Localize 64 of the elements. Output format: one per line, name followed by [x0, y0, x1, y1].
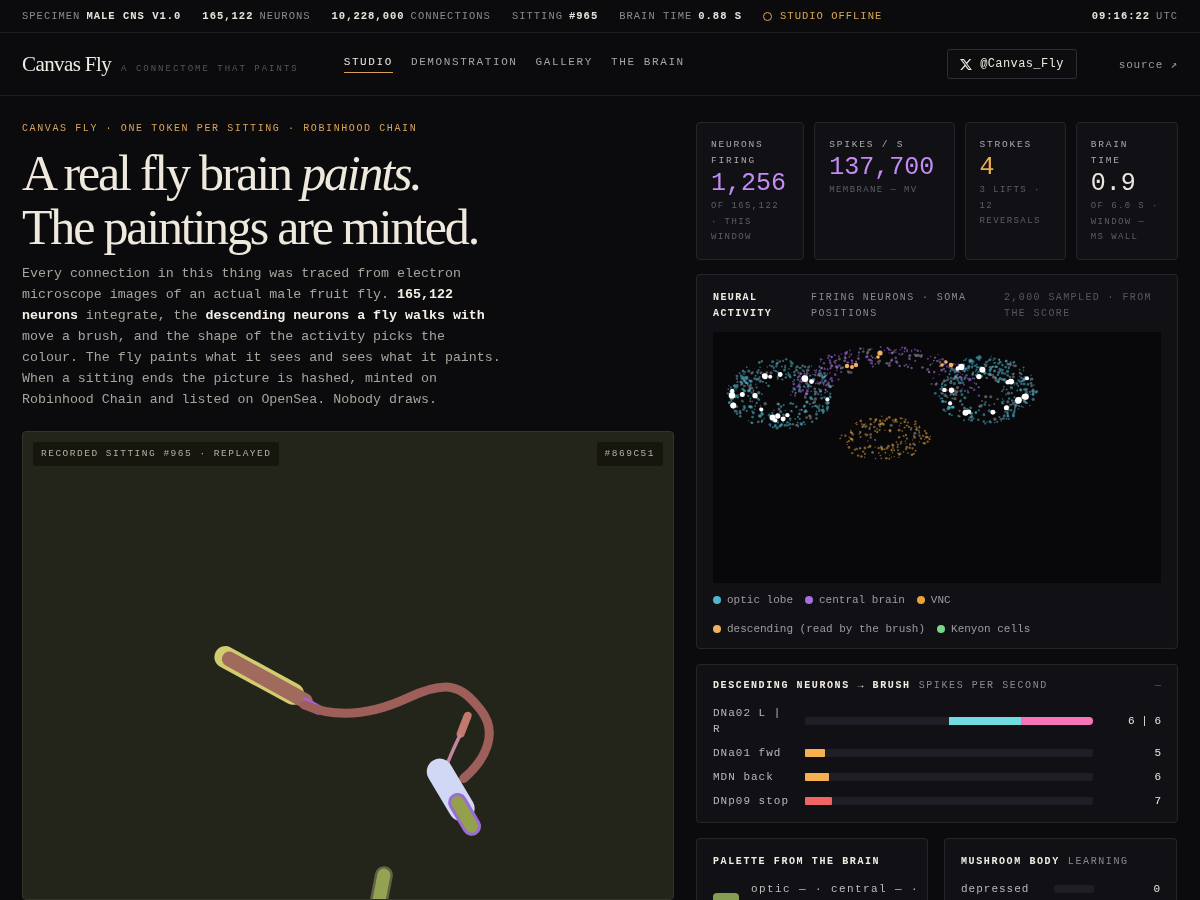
learning-label: depressed: [961, 881, 1031, 897]
nav-tab[interactable]: THE BRAIN: [611, 51, 685, 73]
panel-subtitle: SPIKES PER SECOND: [918, 678, 1048, 693]
neuron-label: MDN back: [713, 769, 775, 785]
legend-label: Kenyon cells: [951, 621, 1031, 637]
stat-value: 4: [979, 153, 995, 183]
stat-note: MEMBRANE — MV: [829, 184, 919, 197]
stat-label: STROKES: [979, 138, 1034, 152]
stat-value: 137,700: [829, 153, 935, 183]
panel-subtitle: FIRING NEURONS · SOMA POSITIONS: [811, 290, 968, 321]
headline: A real fly brain paints. The paintings are minted.: [22, 146, 478, 254]
swatch-caption: optic — · central — ·: [751, 881, 920, 897]
clock-time: 09:16:22: [1091, 10, 1151, 22]
status-label: SPECIMEN: [22, 10, 81, 22]
neuron-label: DNa01 fwd: [713, 745, 783, 761]
stat-note: 3 LIFTS · 12 REVERSALS: [979, 184, 1042, 228]
panel-title: NEURAL ACTIVITY: [713, 290, 774, 321]
rate-value: 5: [1154, 745, 1161, 761]
legend-label: optic lobe: [727, 592, 793, 608]
nav-tab[interactable]: GALLERY: [535, 51, 593, 73]
status-label: NEURONS: [259, 10, 311, 22]
brush-stroke: [368, 866, 393, 899]
site-logo[interactable]: Canvas Fly: [22, 51, 112, 77]
stat-label: NEURONS FIRING: [711, 138, 765, 168]
status-value: #965: [569, 10, 599, 22]
timezone-label: UTC: [1156, 10, 1178, 22]
stat-value: 0.9: [1090, 169, 1136, 199]
rate-value: 7: [1154, 793, 1161, 809]
stat-value: 1,256: [711, 169, 786, 199]
legend-label: VNC: [930, 592, 951, 608]
status-value: 0.88 S: [698, 10, 743, 22]
status-value: MALE CNS V1.0: [86, 10, 182, 22]
legend-label: descending (read by the brush): [727, 621, 926, 637]
neuron-label: DNp09 stop: [713, 793, 790, 809]
panel-title: MUSHROOM BODY: [961, 854, 1060, 869]
rate-value: 6 | 6: [1128, 713, 1161, 729]
social-button[interactable]: @Canvas_Fly: [947, 49, 1077, 79]
stat-label: SPIKES / S: [829, 138, 906, 152]
sitting-caption: RECORDED SITTING #965 · REPLAYED: [33, 442, 280, 466]
panel-subtitle: LEARNING: [1067, 854, 1129, 869]
rate-value: 6: [1154, 769, 1161, 785]
stat-note: OF 6.0 S · WINDOW — MS WALL: [1090, 200, 1160, 244]
neuron-label: DNa02 L | R: [713, 705, 783, 737]
status-value: 165,122: [202, 10, 254, 22]
studio-status: STUDIO OFFLINE: [780, 10, 883, 22]
status-label: BRAIN TIME: [619, 10, 693, 22]
nav-tab[interactable]: DEMONSTRATION: [410, 51, 518, 73]
learning-value: 0: [1153, 881, 1160, 897]
x-logo-icon: [960, 58, 973, 70]
color-code-tag: #869C51: [596, 442, 663, 466]
tagline: A CONNECTOME THAT PAINTS: [121, 63, 299, 74]
panel-title: DESCENDING NEURONS → BRUSH: [713, 678, 911, 693]
description-text: Every connection in this thing was traced from electron microscope images of an actual male fruit fly. 165,122 neurons integrate, the descending neurons a fly walks with move a brush, and the shape of the activity picks the colour. The fly paints what it sees and sees what it paints. When a sitting ends the picture is hashed, minted on Robinhood Chain and listed on OpenSea. Nobody draws.: [22, 265, 502, 409]
source-link[interactable]: source ↗: [1118, 57, 1178, 71]
eyebrow-text: CANVAS FLY · ONE TOKEN PER SITTING · ROBINHOOD CHAIN: [22, 122, 418, 136]
panel-title: PALETTE FROM THE BRAIN: [713, 854, 881, 869]
stat-note: OF 165,122 · THIS WINDOW: [711, 200, 780, 244]
status-label: CONNECTIONS: [410, 10, 491, 22]
status-value: 10,228,000: [331, 10, 405, 22]
panel-note: 2,000 SAMPLED · FROM THE SCORE: [1004, 290, 1154, 321]
legend-label: central brain: [819, 592, 905, 608]
stat-label: BRAIN TIME: [1090, 138, 1130, 168]
nav-tab[interactable]: STUDIO: [343, 51, 393, 73]
status-label: SITTING: [511, 10, 563, 22]
